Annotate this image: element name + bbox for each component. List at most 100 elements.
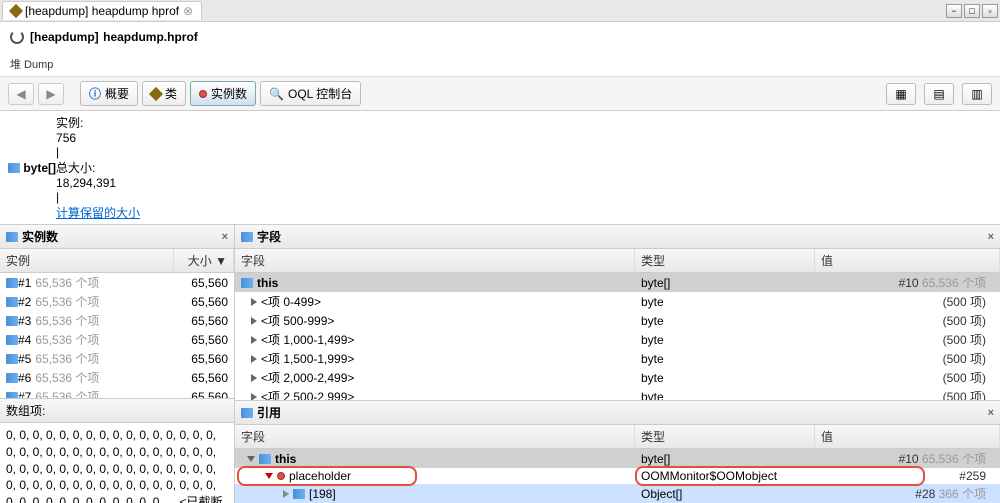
main: 实例数 × 实例 大小 ▼ #165,536 个项65,560 #265,536… — [0, 225, 1000, 503]
file-tab[interactable]: [heapdump] heapdump hprof ⊗ — [2, 1, 202, 20]
expand-icon[interactable] — [251, 393, 257, 401]
nav-back-button[interactable]: ◀ — [8, 83, 34, 105]
toolbar-right: ▦ ▤ ▥ — [886, 83, 992, 105]
toolbar: ◀ ▶ ⓘ 概要 类 实例数 🔍 OQL 控制台 ▦ ▤ ▥ — [0, 76, 1000, 111]
type-name: byte[] — [23, 161, 56, 175]
col-type[interactable]: 类型 — [635, 425, 815, 448]
instance-icon — [6, 335, 18, 345]
expand-icon[interactable] — [251, 298, 257, 306]
instance-row[interactable]: #765,536 个项65,560 — [0, 387, 234, 398]
col-field[interactable]: 字段 — [235, 425, 635, 448]
dot-icon — [199, 90, 207, 98]
array-items-body: 0, 0, 0, 0, 0, 0, 0, 0, 0, 0, 0, 0, 0, 0… — [0, 423, 234, 503]
instance-icon — [241, 278, 253, 288]
col-field[interactable]: 字段 — [235, 249, 635, 272]
gear-icon: ▦ — [895, 87, 906, 101]
instance-row[interactable]: #165,536 个项65,560 — [0, 273, 234, 292]
fields-icon — [241, 232, 253, 242]
expand-icon[interactable] — [251, 374, 257, 382]
type-stats: 实例: 756 | 总大小: 18,294,391 | 计算保留的大小 — [56, 114, 992, 221]
instance-icon — [259, 454, 271, 464]
instance-icon — [6, 297, 18, 307]
instance-row[interactable]: #465,536 个项65,560 — [0, 330, 234, 349]
expand-icon[interactable] — [283, 490, 289, 498]
fields-panel-header: 字段 × — [235, 225, 1000, 249]
right-pane: 字段 × 字段 类型 值 thisbyte[]#10 65,536 个项 <项 … — [235, 225, 1000, 503]
minimize-button[interactable]: − — [946, 4, 962, 18]
close-icon[interactable]: × — [988, 407, 994, 419]
nav-forward-button[interactable]: ▶ — [38, 83, 64, 105]
reference-row[interactable]: thisbyte[]#10 65,536 个项 — [235, 449, 1000, 468]
array-items-panel: 数组项: 0, 0, 0, 0, 0, 0, 0, 0, 0, 0, 0, 0,… — [0, 398, 234, 503]
export-icon: ▥ — [971, 87, 982, 101]
expand-icon[interactable] — [247, 456, 255, 462]
field-row-this[interactable]: thisbyte[]#10 65,536 个项 — [235, 273, 1000, 292]
tab-label: [heapdump] heapdump hprof — [25, 4, 179, 18]
array-items-header: 数组项: — [0, 399, 234, 423]
references-list[interactable]: thisbyte[]#10 65,536 个项 placeholderOOMMo… — [235, 449, 1000, 503]
tool-btn-3[interactable]: ▥ — [962, 83, 992, 105]
expand-icon[interactable] — [251, 355, 257, 363]
close-icon[interactable]: × — [988, 231, 994, 243]
instances-panel-header: 实例数 × — [0, 225, 234, 249]
field-row[interactable]: <项 500-999>byte(500 项) — [235, 311, 1000, 330]
instance-row[interactable]: #265,536 个项65,560 — [0, 292, 234, 311]
fields-list[interactable]: thisbyte[]#10 65,536 个项 <项 0-499>byte(50… — [235, 273, 1000, 400]
tool-btn-2[interactable]: ▤ — [924, 83, 954, 105]
instance-icon — [6, 316, 18, 326]
search-icon: 🔍 — [269, 87, 284, 101]
reference-row[interactable]: [198]Object[]#28 366 个项 — [235, 484, 1000, 503]
expand-icon[interactable] — [265, 473, 273, 479]
instances-columns: 实例 大小 ▼ — [0, 249, 234, 273]
field-row[interactable]: <项 1,500-1,999>byte(500 项) — [235, 349, 1000, 368]
col-value[interactable]: 值 — [815, 425, 1000, 448]
subtitle: 堆 Dump — [0, 52, 1000, 76]
refs-icon — [241, 408, 253, 418]
info-icon: ⓘ — [89, 85, 101, 102]
close-icon[interactable]: × — [222, 231, 228, 243]
col-instance[interactable]: 实例 — [0, 249, 174, 272]
field-row[interactable]: <项 1,000-1,499>byte(500 项) — [235, 330, 1000, 349]
expand-icon[interactable] — [251, 317, 257, 325]
field-row[interactable]: <项 0-499>byte(500 项) — [235, 292, 1000, 311]
fields-columns: 字段 类型 值 — [235, 249, 1000, 273]
col-size[interactable]: 大小 ▼ — [174, 249, 234, 272]
field-row[interactable]: <项 2,500-2,999>byte(500 项) — [235, 387, 1000, 400]
title-bar: [heapdump] heapdump.hprof — [0, 22, 1000, 52]
overview-button[interactable]: ⓘ 概要 — [80, 81, 138, 106]
oql-button[interactable]: 🔍 OQL 控制台 — [260, 81, 361, 106]
references-panel: 引用 × 字段 类型 值 thisbyte[]#10 65,536 个项 pla… — [235, 400, 1000, 503]
tool-btn-1[interactable]: ▦ — [886, 83, 916, 105]
type-bar: byte[] 实例: 756 | 总大小: 18,294,391 | 计算保留的… — [0, 111, 1000, 225]
maximize-button[interactable]: □ — [964, 4, 980, 18]
refs-columns: 字段 类型 值 — [235, 425, 1000, 449]
col-value[interactable]: 值 — [815, 249, 1000, 272]
instances-icon — [6, 232, 18, 242]
package-icon — [149, 86, 163, 100]
instance-row[interactable]: #365,536 个项65,560 — [0, 311, 234, 330]
instance-icon — [6, 354, 18, 364]
calc-retained-link[interactable]: 计算保留的大小 — [56, 204, 992, 221]
window-controls: − □ ▫ — [946, 4, 998, 18]
restore-button[interactable]: ▫ — [982, 4, 998, 18]
col-type[interactable]: 类型 — [635, 249, 815, 272]
expand-icon[interactable] — [251, 336, 257, 344]
instance-icon — [6, 278, 18, 288]
instance-row[interactable]: #565,536 个项65,560 — [0, 349, 234, 368]
instance-row[interactable]: #665,536 个项65,560 — [0, 368, 234, 387]
instance-icon — [6, 373, 18, 383]
refresh-icon[interactable] — [10, 30, 24, 44]
reference-row[interactable]: placeholderOOMMonitor$OOMobject#259 — [235, 468, 1000, 484]
instances-button[interactable]: 实例数 — [190, 81, 256, 106]
close-icon[interactable]: ⊗ — [183, 4, 193, 18]
heap-icon — [9, 4, 23, 18]
instances-list[interactable]: #165,536 个项65,560 #265,536 个项65,560 #365… — [0, 273, 234, 398]
tab-bar: [heapdump] heapdump hprof ⊗ − □ ▫ — [0, 0, 1000, 22]
array-icon — [8, 163, 20, 173]
page-title: [heapdump] heapdump.hprof — [30, 28, 198, 46]
references-header: 引用 × — [235, 401, 1000, 425]
field-row[interactable]: <项 2,000-2,499>byte(500 项) — [235, 368, 1000, 387]
classes-button[interactable]: 类 — [142, 81, 186, 106]
field-icon — [277, 472, 285, 480]
left-pane: 实例数 × 实例 大小 ▼ #165,536 个项65,560 #265,536… — [0, 225, 235, 503]
